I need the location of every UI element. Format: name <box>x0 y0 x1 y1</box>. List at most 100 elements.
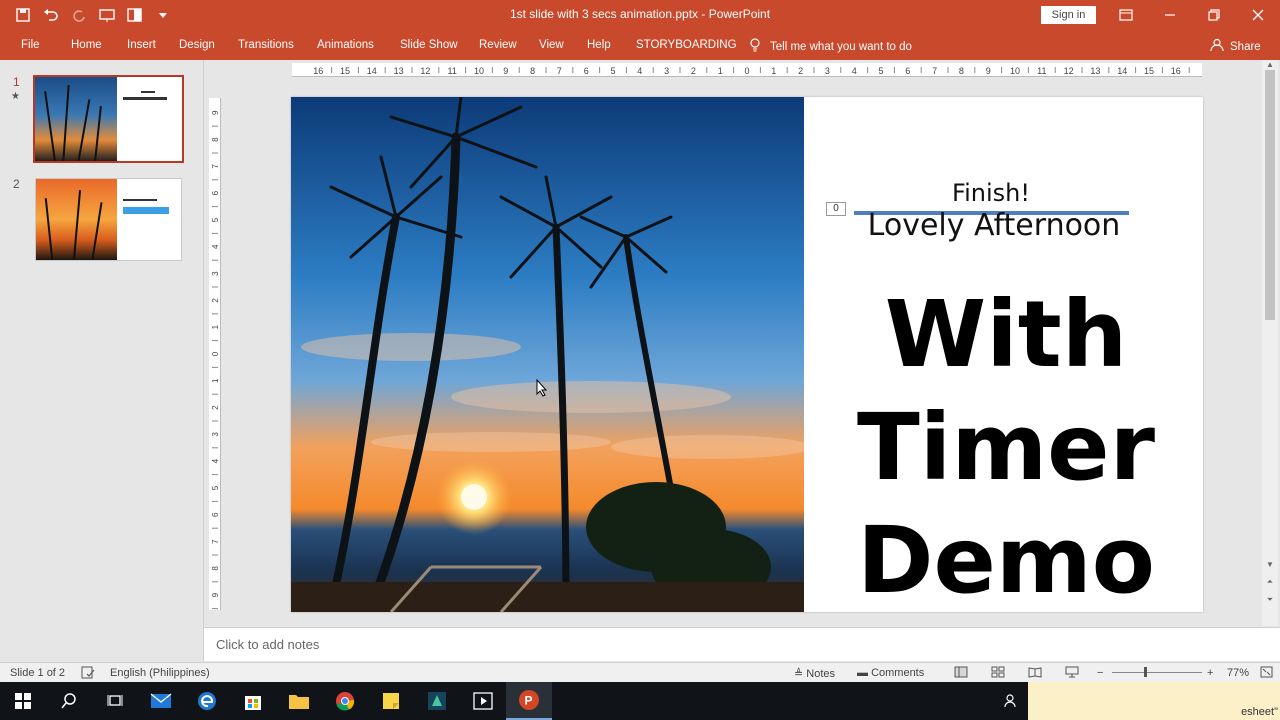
tab-help[interactable]: Help <box>587 39 611 51</box>
restore-icon[interactable] <box>1192 0 1236 30</box>
finish-text[interactable]: Finish! <box>881 179 1101 207</box>
taskbar-preview-tooltip: esheet" <box>1028 682 1280 720</box>
tab-design[interactable]: Design <box>179 39 215 51</box>
svg-text:8: 8 <box>530 66 535 76</box>
notes-pane[interactable]: Click to add notes <box>204 627 1280 661</box>
svg-text:4: 4 <box>211 458 220 463</box>
svg-text:3: 3 <box>211 432 220 437</box>
tab-home[interactable]: Home <box>71 39 102 51</box>
redo-icon[interactable] <box>68 5 90 25</box>
mouse-cursor-icon <box>536 378 548 400</box>
zoom-level[interactable]: 77% <box>1227 667 1249 679</box>
slide-sorter-icon[interactable] <box>991 666 1005 681</box>
slide-canvas[interactable]: 0 Finish! Lovely Afternoon With Timer De… <box>291 97 1203 612</box>
comments-toggle[interactable]: ▬ Comments <box>857 667 924 679</box>
title-bar: 1st slide with 3 secs animation.pptx - P… <box>0 0 1280 30</box>
present-from-beginning-icon[interactable] <box>96 5 118 25</box>
people-icon[interactable] <box>994 682 1028 720</box>
svg-text:6: 6 <box>211 512 220 517</box>
layout-icon[interactable] <box>124 5 146 25</box>
tab-transitions[interactable]: Transitions <box>238 39 294 51</box>
big-text-line-2[interactable]: Timer <box>851 402 1161 494</box>
notes-icon: ≜ <box>794 668 804 680</box>
undo-icon[interactable] <box>40 5 62 25</box>
svg-text:2: 2 <box>211 405 220 410</box>
zoom-slider[interactable] <box>1112 672 1202 673</box>
svg-text:14: 14 <box>1117 66 1127 76</box>
mail-icon[interactable] <box>138 682 184 720</box>
edge-icon[interactable] <box>184 682 230 720</box>
store-icon[interactable] <box>230 682 276 720</box>
slide-thumbnails-pane: 1 ★ 2 <box>0 60 204 662</box>
task-view-icon[interactable] <box>92 682 138 720</box>
sunset-palm-photo[interactable] <box>291 97 804 612</box>
vertical-ruler: 9 8 7 6 5 4 3 2 1 0 1 2 3 4 5 6 7 8 9 <box>209 98 221 610</box>
thumbnail-number: 2 <box>13 177 20 191</box>
tell-me-label: Tell me what you want to do <box>770 40 912 53</box>
app-icon[interactable] <box>414 682 460 720</box>
tab-slide-show[interactable]: Slide Show <box>400 39 458 51</box>
tab-review[interactable]: Review <box>479 39 517 51</box>
svg-text:9: 9 <box>503 66 508 76</box>
slide-thumbnail-1[interactable] <box>33 75 184 163</box>
svg-text:11: 11 <box>448 66 457 76</box>
svg-text:6: 6 <box>584 66 589 76</box>
sign-in-button[interactable]: Sign in <box>1041 6 1096 24</box>
slide-indicator: Slide 1 of 2 <box>10 667 66 679</box>
chrome-icon[interactable] <box>322 682 368 720</box>
close-icon[interactable] <box>1236 0 1280 30</box>
tab-view[interactable]: View <box>539 39 564 51</box>
zoom-out-button[interactable]: − <box>1097 667 1103 679</box>
svg-text:3: 3 <box>664 66 669 76</box>
reading-view-icon[interactable] <box>1028 666 1042 681</box>
svg-text:0: 0 <box>744 66 749 76</box>
previous-slide-icon[interactable]: ⏶ <box>1265 577 1275 587</box>
slide-title[interactable]: Lovely Afternoon <box>844 208 1144 243</box>
customize-toolbar-icon[interactable] <box>152 5 174 25</box>
video-editor-icon[interactable] <box>460 682 506 720</box>
svg-text:6: 6 <box>905 66 910 76</box>
slide-show-view-icon[interactable] <box>1065 666 1079 681</box>
vertical-scrollbar[interactable]: ▲ ▼ ⏶ ⏷ <box>1262 60 1278 626</box>
slide-thumbnail-2[interactable] <box>35 178 182 261</box>
big-text-line-3[interactable]: Demo <box>851 515 1161 607</box>
normal-view-icon[interactable] <box>954 666 968 681</box>
tab-insert[interactable]: Insert <box>127 39 156 51</box>
language-indicator[interactable]: English (Philippines) <box>110 667 210 679</box>
tell-me-search[interactable]: Tell me what you want to do <box>750 38 912 55</box>
svg-text:16: 16 <box>313 66 323 76</box>
scroll-down-icon[interactable]: ▼ <box>1265 560 1275 569</box>
search-icon[interactable] <box>46 682 92 720</box>
zoom-in-button[interactable]: + <box>1207 667 1213 679</box>
svg-text:13: 13 <box>394 66 404 76</box>
save-icon[interactable] <box>12 5 34 25</box>
svg-text:5: 5 <box>211 485 220 490</box>
share-button[interactable]: Share <box>1210 38 1261 55</box>
svg-text:12: 12 <box>1064 66 1074 76</box>
animation-order-badge[interactable]: 0 <box>826 202 846 216</box>
zoom-slider-handle[interactable] <box>1144 667 1147 677</box>
file-explorer-icon[interactable] <box>276 682 322 720</box>
next-slide-icon[interactable]: ⏷ <box>1265 595 1275 605</box>
sticky-notes-icon[interactable] <box>368 682 414 720</box>
svg-text:2: 2 <box>211 298 220 303</box>
svg-text:6: 6 <box>211 190 220 195</box>
scroll-up-icon[interactable]: ▲ <box>1265 60 1275 69</box>
start-icon[interactable] <box>0 682 46 720</box>
svg-text:16: 16 <box>1171 66 1181 76</box>
ribbon-display-options-icon[interactable] <box>1104 0 1148 30</box>
tab-animations[interactable]: Animations <box>317 39 374 51</box>
notes-label: Notes <box>806 668 836 680</box>
minimize-icon[interactable] <box>1148 0 1192 30</box>
fit-to-window-icon[interactable] <box>1260 666 1273 681</box>
svg-text:3: 3 <box>211 271 220 276</box>
spelling-check-icon[interactable] <box>81 666 95 682</box>
big-text-line-1[interactable]: With <box>851 289 1161 381</box>
svg-text:3: 3 <box>825 66 830 76</box>
scrollbar-thumb[interactable] <box>1265 70 1275 320</box>
tooltip-text: esheet" <box>1241 706 1278 718</box>
tab-storyboarding[interactable]: STORYBOARDING <box>636 39 737 51</box>
notes-toggle[interactable]: ≜ Notes <box>794 667 835 680</box>
powerpoint-icon[interactable]: P <box>506 682 552 720</box>
tab-file[interactable]: File <box>21 39 40 51</box>
